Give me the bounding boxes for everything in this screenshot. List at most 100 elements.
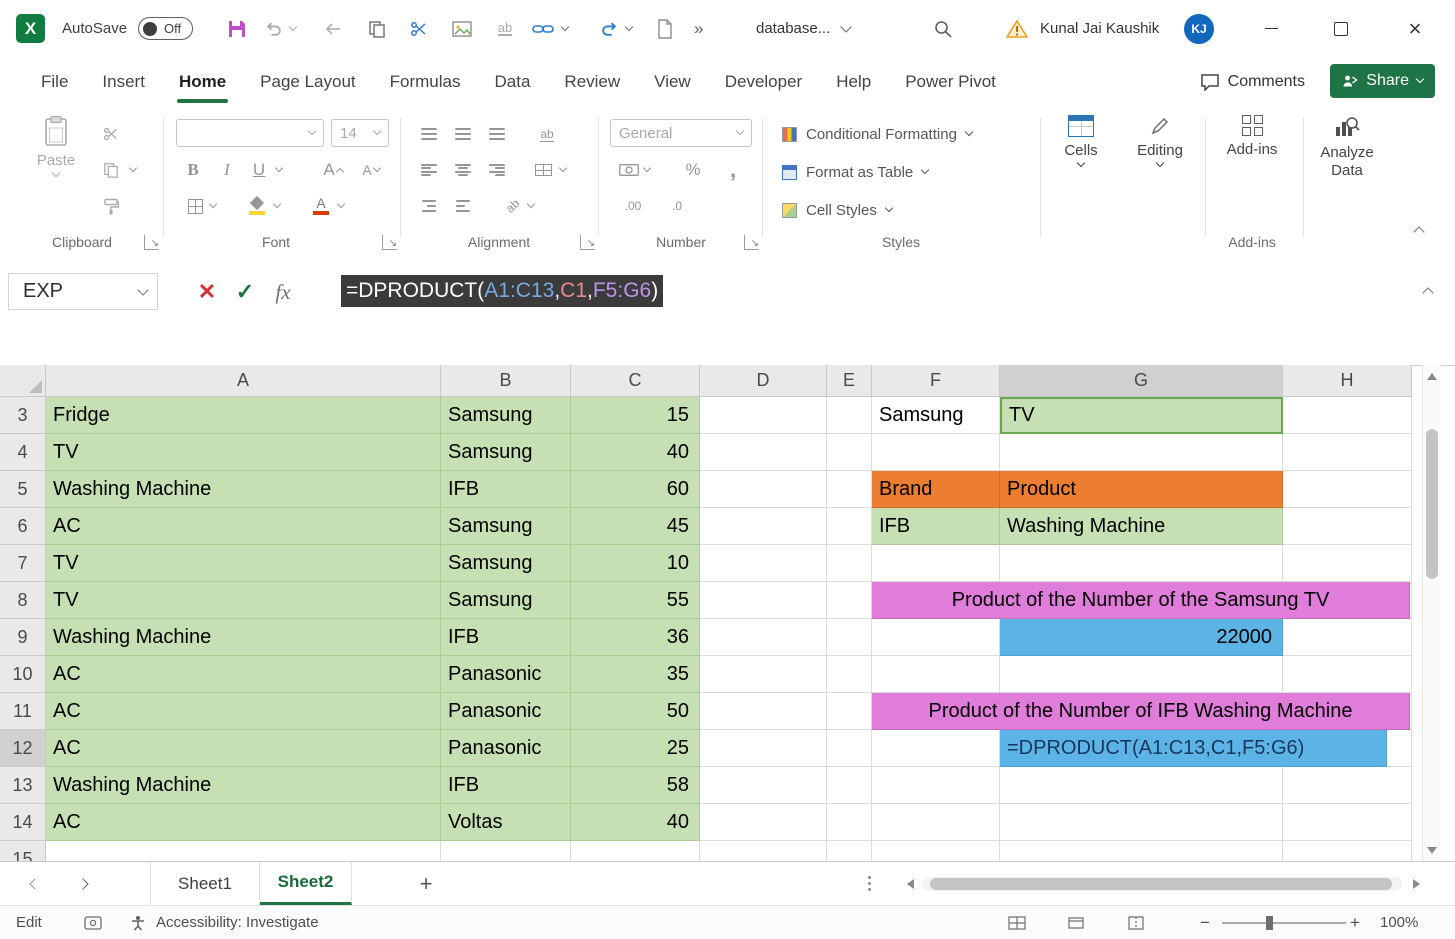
- close-button[interactable]: ×: [1392, 0, 1438, 57]
- cell-C8[interactable]: 55: [571, 582, 700, 619]
- format-as-table-button[interactable]: Format as Table: [782, 157, 928, 187]
- cell-F6[interactable]: IFB: [872, 508, 1000, 545]
- ribbon-tab-file[interactable]: File: [24, 57, 85, 107]
- decrease-indent-button[interactable]: [414, 191, 444, 221]
- increase-decimal-button[interactable]: .00: [618, 191, 648, 221]
- vertical-scrollbar[interactable]: [1422, 365, 1441, 861]
- row-header-15[interactable]: 15: [0, 841, 46, 861]
- horizontal-scroll-thumb[interactable]: [930, 878, 1392, 890]
- cell-D7[interactable]: [700, 545, 827, 582]
- cell-E6[interactable]: [827, 508, 872, 545]
- cell-D15[interactable]: [700, 841, 827, 861]
- add-sheet-button[interactable]: +: [412, 870, 440, 898]
- cell-B15[interactable]: [441, 841, 571, 861]
- font-color-dropdown[interactable]: [334, 191, 348, 221]
- ribbon-tab-home[interactable]: Home: [162, 57, 243, 107]
- macro-record-button[interactable]: [84, 906, 102, 939]
- row-header-12[interactable]: 12: [0, 730, 46, 767]
- row-header-9[interactable]: 9: [0, 619, 46, 656]
- excel-logo[interactable]: X: [16, 0, 45, 57]
- column-header-E[interactable]: E: [827, 365, 872, 397]
- format-painter-button[interactable]: [96, 191, 126, 221]
- cell-B11[interactable]: Panasonic: [441, 693, 571, 730]
- column-header-H[interactable]: H: [1283, 365, 1412, 397]
- cell-A8[interactable]: TV: [46, 582, 441, 619]
- cell-A12[interactable]: AC: [46, 730, 441, 767]
- autosave-toggle[interactable]: Off: [138, 0, 193, 57]
- cell-C11[interactable]: 50: [571, 693, 700, 730]
- cell-B10[interactable]: Panasonic: [441, 656, 571, 693]
- cell-G10[interactable]: [1000, 656, 1283, 693]
- cell-G5[interactable]: Product: [1000, 471, 1283, 508]
- page-break-view-button[interactable]: [1128, 906, 1144, 939]
- new-document-button[interactable]: [650, 0, 680, 57]
- zoom-slider-thumb[interactable]: [1266, 916, 1273, 930]
- cells-button[interactable]: Cells: [1050, 115, 1112, 166]
- ribbon-tab-view[interactable]: View: [637, 57, 708, 107]
- cell-B14[interactable]: Voltas: [441, 804, 571, 841]
- percent-style-button[interactable]: %: [678, 155, 708, 185]
- cell-B12[interactable]: Panasonic: [441, 730, 571, 767]
- cell-F12[interactable]: [872, 730, 1000, 767]
- cell-E13[interactable]: [827, 767, 872, 804]
- cell-A9[interactable]: Washing Machine: [46, 619, 441, 656]
- cell-B8[interactable]: Samsung: [441, 582, 571, 619]
- align-left-button[interactable]: [414, 155, 444, 185]
- copy-button-ribbon[interactable]: [96, 155, 126, 185]
- cell-D8[interactable]: [700, 582, 827, 619]
- cell-E14[interactable]: [827, 804, 872, 841]
- cell-A4[interactable]: TV: [46, 434, 441, 471]
- cell-A3[interactable]: Fridge: [46, 397, 441, 434]
- font-size-combo[interactable]: 14: [331, 119, 389, 147]
- cell-G3[interactable]: TV: [1000, 397, 1283, 434]
- cell-H5[interactable]: [1283, 471, 1412, 508]
- cell-D10[interactable]: [700, 656, 827, 693]
- increase-indent-button[interactable]: [448, 191, 478, 221]
- cell-C13[interactable]: 58: [571, 767, 700, 804]
- cell-H3[interactable]: [1283, 397, 1412, 434]
- cell-H13[interactable]: [1283, 767, 1412, 804]
- underline-dropdown[interactable]: [272, 155, 286, 185]
- redo-dropdown[interactable]: [626, 0, 632, 57]
- ribbon-tab-insert[interactable]: Insert: [85, 57, 162, 107]
- align-right-button[interactable]: [482, 155, 512, 185]
- cell-B7[interactable]: Samsung: [441, 545, 571, 582]
- cell-G13[interactable]: [1000, 767, 1283, 804]
- zoom-level[interactable]: 100%: [1380, 906, 1418, 939]
- cell-F10[interactable]: [872, 656, 1000, 693]
- cell-A11[interactable]: AC: [46, 693, 441, 730]
- align-center-button[interactable]: [448, 155, 478, 185]
- cell-D12[interactable]: [700, 730, 827, 767]
- cell-F4[interactable]: [872, 434, 1000, 471]
- cell-B4[interactable]: Samsung: [441, 434, 571, 471]
- row-header-5[interactable]: 5: [0, 471, 46, 508]
- cell-A7[interactable]: TV: [46, 545, 441, 582]
- column-header-B[interactable]: B: [441, 365, 571, 397]
- undo-button[interactable]: [258, 0, 288, 57]
- zoom-in-button[interactable]: +: [1350, 906, 1360, 939]
- cell-A5[interactable]: Washing Machine: [46, 471, 441, 508]
- sheet-nav-next-button[interactable]: [70, 872, 96, 896]
- sheet-tab-sheet2[interactable]: Sheet2: [260, 862, 352, 905]
- cell-G14[interactable]: [1000, 804, 1283, 841]
- cell-H14[interactable]: [1283, 804, 1412, 841]
- redo-button[interactable]: [594, 0, 624, 57]
- accessibility-status[interactable]: Accessibility: Investigate: [156, 906, 319, 939]
- cell-E5[interactable]: [827, 471, 872, 508]
- cut-button-ribbon[interactable]: [96, 119, 126, 149]
- cell-E10[interactable]: [827, 656, 872, 693]
- cell-B6[interactable]: Samsung: [441, 508, 571, 545]
- cancel-button[interactable]: ✕: [190, 275, 224, 309]
- row-header-11[interactable]: 11: [0, 693, 46, 730]
- cell-B13[interactable]: IFB: [441, 767, 571, 804]
- maximize-button[interactable]: [1318, 0, 1364, 57]
- cell-A14[interactable]: AC: [46, 804, 441, 841]
- cell-C10[interactable]: 35: [571, 656, 700, 693]
- conditional-formatting-button[interactable]: Conditional Formatting: [782, 119, 972, 149]
- alignment-dialog-launcher[interactable]: ↘: [580, 235, 595, 250]
- formula-text[interactable]: =DPRODUCT(A1:C13,C1,F5:G6): [341, 275, 663, 307]
- spelling-button[interactable]: ab: [490, 0, 520, 57]
- scroll-up-button[interactable]: [1423, 369, 1441, 383]
- enter-button[interactable]: ✓: [228, 275, 262, 309]
- copy-button[interactable]: [362, 0, 392, 57]
